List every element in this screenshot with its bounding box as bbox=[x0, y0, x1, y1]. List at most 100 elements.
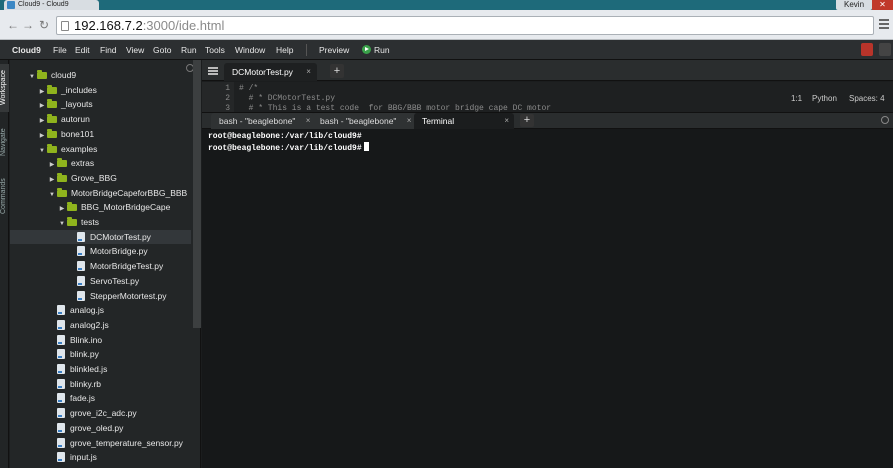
browser-tab-title: Cloud9 - Cloud9 bbox=[18, 1, 69, 8]
line-number: 1 bbox=[225, 84, 230, 93]
tree-folder[interactable]: ▼ tests bbox=[10, 215, 191, 229]
tree-file[interactable]: Blink.ino bbox=[10, 333, 191, 347]
file-icon bbox=[77, 231, 85, 242]
tree-file[interactable]: MotorBridgeTest.py bbox=[10, 259, 191, 273]
file-icon bbox=[57, 422, 65, 433]
close-icon[interactable]: × bbox=[306, 63, 311, 81]
file-icon bbox=[77, 261, 85, 272]
menu-file[interactable]: File bbox=[53, 40, 67, 60]
file-icon bbox=[57, 452, 65, 463]
tree-file[interactable]: analog.js bbox=[10, 303, 191, 317]
profile-button[interactable]: Kevin bbox=[836, 0, 873, 10]
play-icon bbox=[362, 45, 371, 54]
tree-folder[interactable]: ▶ BBG_MotorBridgeCape bbox=[10, 200, 191, 214]
tree-folder[interactable]: ▶ bone101 bbox=[10, 127, 191, 141]
tree-file[interactable]: fade.js bbox=[10, 391, 191, 405]
close-icon[interactable]: × bbox=[407, 113, 412, 129]
menu-goto[interactable]: Goto bbox=[153, 40, 171, 60]
line-number: 2 bbox=[225, 94, 230, 103]
menu-window[interactable]: Window bbox=[235, 40, 265, 60]
menu-run[interactable]: Run bbox=[181, 40, 197, 60]
rail-workspace[interactable]: Workspace bbox=[0, 64, 9, 112]
tree-node-label: blink.py bbox=[70, 349, 99, 360]
tree-node-label: examples bbox=[61, 143, 98, 154]
editor-tab-dcmotortest[interactable]: DCMotorTest.py × bbox=[224, 63, 317, 81]
menu-view[interactable]: View bbox=[126, 40, 144, 60]
tree-node-label: grove_temperature_sensor.py bbox=[70, 437, 183, 448]
code-line: # * DCMotorTest.py bbox=[239, 94, 336, 103]
tree-file[interactable]: grove_i2c_adc.py bbox=[10, 406, 191, 420]
terminal-cursor bbox=[363, 142, 369, 151]
cursor-position[interactable]: 1:1 bbox=[791, 92, 802, 105]
tree-folder[interactable]: ▶ autorun bbox=[10, 112, 191, 126]
terminal-settings-icon[interactable] bbox=[881, 116, 889, 124]
menu-tools[interactable]: Tools bbox=[205, 40, 225, 60]
terminal-tab-terminal[interactable]: Terminal × bbox=[414, 113, 514, 129]
menu-help[interactable]: Help bbox=[276, 40, 293, 60]
tree-file[interactable]: grove_temperature_sensor.py bbox=[10, 436, 191, 450]
tree-file[interactable]: blinkled.js bbox=[10, 362, 191, 376]
tree-folder[interactable]: ▶ _includes bbox=[10, 83, 191, 97]
ide-menubar: Cloud9 File Edit Find View Goto Run Tool… bbox=[0, 40, 893, 60]
tree-file[interactable]: grove_oled.py bbox=[10, 421, 191, 435]
tree-node-label: fade.js bbox=[70, 393, 96, 404]
tree-file[interactable]: StepperMotortest.py bbox=[10, 289, 191, 303]
tree-file[interactable]: analog2.js bbox=[10, 318, 191, 332]
indent-setting[interactable]: Spaces: 4 bbox=[849, 92, 885, 105]
window-close-button[interactable]: ✕ bbox=[872, 0, 893, 10]
code-editor[interactable]: 1 2 3 # /* # * DCMotorTest.py # * This i… bbox=[202, 82, 893, 112]
close-icon[interactable]: × bbox=[306, 113, 311, 129]
tree-node-label: BBG_MotorBridgeCape bbox=[81, 202, 171, 213]
window-titlebar bbox=[0, 0, 893, 10]
back-arrow-icon[interactable]: ← bbox=[6, 18, 20, 32]
tree-node-label: tests bbox=[81, 217, 99, 227]
forward-arrow-icon[interactable]: → bbox=[21, 18, 35, 32]
folder-icon bbox=[47, 128, 57, 138]
share-icon[interactable] bbox=[861, 43, 873, 56]
fullscreen-icon[interactable] bbox=[879, 43, 891, 56]
file-icon bbox=[57, 393, 65, 404]
tree-folder[interactable]: ▼ cloud9 bbox=[10, 68, 191, 82]
tree-file[interactable]: input.js bbox=[10, 450, 191, 464]
tree-node-label: extras bbox=[71, 158, 95, 169]
tab-menu-icon[interactable] bbox=[208, 67, 218, 75]
tree-folder[interactable]: ▼ MotorBridgeCapeforBBG_BBB bbox=[10, 186, 191, 200]
add-terminal-button[interactable]: + bbox=[520, 114, 534, 127]
preview-button[interactable]: Preview bbox=[319, 40, 349, 60]
close-icon[interactable]: × bbox=[504, 113, 509, 129]
tree-node-label: grove_i2c_adc.py bbox=[70, 408, 137, 419]
tree-file[interactable]: blink.py bbox=[10, 347, 191, 361]
tree-folder[interactable]: ▶ Grove_BBG bbox=[10, 171, 191, 185]
tree-folder[interactable]: ▶ _layouts bbox=[10, 97, 191, 111]
rail-navigate[interactable]: Navigate bbox=[0, 122, 9, 162]
tree-node-label: StepperMotortest.py bbox=[90, 290, 167, 301]
run-button[interactable]: Run bbox=[362, 40, 390, 60]
tree-file[interactable]: DCMotorTest.py bbox=[10, 229, 191, 244]
tree-node-label: MotorBridgeCapeforBBG_BBB bbox=[71, 187, 188, 198]
tree-scrollbar[interactable] bbox=[193, 60, 201, 328]
cloud9-menu[interactable]: Cloud9 bbox=[12, 40, 41, 60]
language-mode[interactable]: Python bbox=[812, 92, 837, 105]
address-bar[interactable]: 192.168.7.2:3000/ide.html bbox=[56, 16, 874, 35]
tree-file[interactable]: MotorBridge.py bbox=[10, 244, 191, 258]
menu-edit[interactable]: Edit bbox=[75, 40, 90, 60]
browser-tab[interactable]: Cloud9 - Cloud9 bbox=[4, 0, 99, 10]
menu-find[interactable]: Find bbox=[100, 40, 117, 60]
folder-icon bbox=[57, 158, 67, 168]
folder-icon bbox=[67, 217, 77, 226]
file-icon bbox=[57, 349, 65, 360]
terminal[interactable]: root@beaglebone:/var/lib/cloud9# root@be… bbox=[202, 129, 893, 468]
terminal-tab-bash-2[interactable]: bash - "beaglebone" × bbox=[312, 113, 417, 129]
tree-folder[interactable]: ▶ extras bbox=[10, 156, 191, 170]
rail-commands[interactable]: Commands bbox=[0, 172, 9, 220]
tree-file[interactable]: ServoTest.py bbox=[10, 274, 191, 288]
tree-file[interactable]: blinky.rb bbox=[10, 377, 191, 391]
add-tab-button[interactable]: + bbox=[330, 64, 344, 78]
file-icon bbox=[57, 319, 65, 330]
terminal-tab-bash-1[interactable]: bash - "beaglebone" × bbox=[211, 113, 316, 129]
code-line: # /* bbox=[239, 84, 259, 93]
reload-icon[interactable]: ↻ bbox=[37, 18, 51, 32]
cloud9-favicon-icon bbox=[7, 1, 15, 9]
tree-folder[interactable]: ▼ examples bbox=[10, 142, 191, 156]
browser-menu-icon[interactable] bbox=[879, 19, 889, 30]
